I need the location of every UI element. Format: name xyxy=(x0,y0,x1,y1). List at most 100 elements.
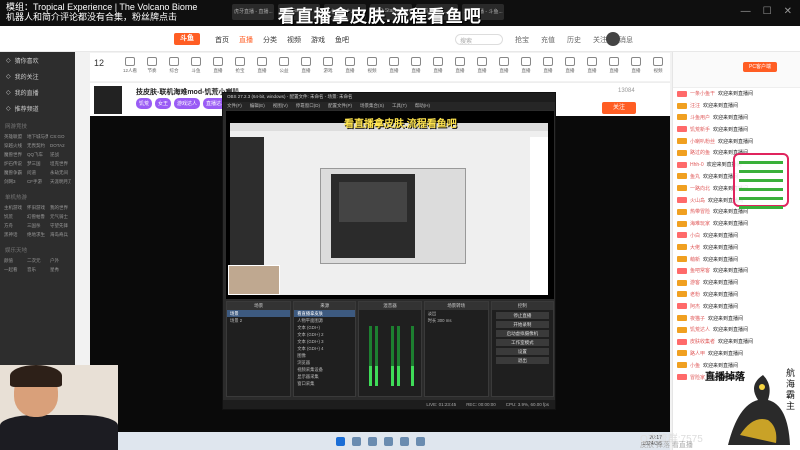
control-button[interactable]: 退出 xyxy=(495,357,549,364)
nav-icon-label[interactable]: 关注 xyxy=(593,35,607,45)
streamer-avatar[interactable] xyxy=(94,86,122,114)
sidebar-category-link[interactable]: 户外 xyxy=(50,258,71,264)
nav-item[interactable]: 游戏 xyxy=(311,35,325,45)
scene-item[interactable]: 场景 xyxy=(227,310,291,317)
control-button[interactable]: 停止直播 xyxy=(495,312,549,319)
chat-username[interactable]: 游客 xyxy=(690,279,700,286)
category-item[interactable]: 综合 xyxy=(162,57,186,74)
sidebar-category-link[interactable]: 永劫无间 xyxy=(50,170,71,176)
obs-menu-item[interactable]: 文件(F) xyxy=(227,103,242,109)
sidebar-category-link[interactable]: 魔兽世界 xyxy=(4,152,25,158)
sidebar-category-link[interactable]: 魔兽争霸 xyxy=(4,170,25,176)
category-item[interactable]: 直播 xyxy=(580,57,604,74)
chat-username[interactable]: 鱼吧常客 xyxy=(690,267,710,274)
obs-menu-item[interactable]: 视图(V) xyxy=(273,103,288,109)
chat-username[interactable]: 路过的鱼 xyxy=(690,149,710,156)
sidebar-category-link[interactable]: 主机游戏 xyxy=(4,205,25,211)
transition-select[interactable]: 淡出 xyxy=(425,310,488,317)
sidebar-category-link[interactable]: CF手游 xyxy=(27,179,48,185)
obs-menu-item[interactable]: 编辑(E) xyxy=(250,103,265,109)
sidebar-category-link[interactable]: 三国杀 xyxy=(27,223,48,229)
chat-username[interactable]: 饥荒新手 xyxy=(690,126,710,133)
sidebar-category-link[interactable]: 怀旧游戏 xyxy=(27,205,48,211)
close-icon[interactable]: ✕ xyxy=(784,6,792,17)
sidebar-category-link[interactable]: 海岛奇兵 xyxy=(50,232,71,238)
source-item[interactable]: 文本 (GDI+) xyxy=(294,324,355,331)
chat-username[interactable]: 火山岛 xyxy=(690,197,705,204)
chat-username[interactable]: 鱼丸 xyxy=(690,173,700,180)
chat-username[interactable]: 皮肤收集者 xyxy=(690,338,715,345)
room-tag[interactable]: 女王 xyxy=(155,98,172,109)
obs-icon[interactable] xyxy=(399,436,409,446)
category-item[interactable]: 视频 xyxy=(360,57,384,74)
sidebar-category-link[interactable]: 音乐 xyxy=(27,267,48,273)
control-button[interactable]: 启动虚拟摄像机 xyxy=(495,330,549,337)
sidebar-category-link[interactable]: 剑网3 xyxy=(4,179,25,185)
sidebar-category-link[interactable]: 守望先锋 xyxy=(50,223,71,229)
obs-menu-item[interactable]: 场景集合(S) xyxy=(360,103,384,109)
sidebar-category-link[interactable]: 无畏契约 xyxy=(27,143,48,149)
category-item[interactable]: 直播 xyxy=(624,57,648,74)
sidebar-category-link[interactable]: 颜值 xyxy=(4,258,25,264)
sidebar-category-link[interactable]: 一起看 xyxy=(4,267,25,273)
chat-username[interactable]: 小鱼 xyxy=(690,362,700,369)
sidebar-category-link[interactable]: 星秀 xyxy=(50,267,71,273)
source-item[interactable]: 视频采集设备 xyxy=(294,366,355,373)
sidebar-category-link[interactable]: 英雄联盟 xyxy=(4,134,25,140)
follow-button[interactable]: 关注 xyxy=(602,102,636,114)
chat-username[interactable]: 阿杰 xyxy=(690,303,700,310)
sidebar-item[interactable]: ◇ 我的关注 xyxy=(0,68,75,84)
sidebar-category-link[interactable]: 幻兽帕鲁 xyxy=(27,214,48,220)
category-item[interactable]: 直播 xyxy=(448,57,472,74)
source-item[interactable]: 文本 (GDI+) 4 xyxy=(294,345,355,352)
category-item[interactable]: 抢宝 xyxy=(228,57,252,74)
source-item[interactable]: 图像 xyxy=(294,352,355,359)
pc-client-button[interactable]: PC客户端 xyxy=(743,62,777,72)
category-item[interactable]: 直播 xyxy=(294,57,318,74)
sidebar-category-link[interactable]: 元气骑士 xyxy=(50,214,71,220)
category-item[interactable]: 12人看 xyxy=(118,57,142,74)
nav-icon-label[interactable]: 历史 xyxy=(567,35,581,45)
sidebar-category-link[interactable]: 梦三国 xyxy=(27,161,48,167)
chat-username[interactable]: 冒险家 xyxy=(690,374,705,381)
chat-username[interactable]: 斗鱼用户 xyxy=(690,114,710,121)
control-button[interactable]: 工作室模式 xyxy=(495,339,549,346)
sidebar-category-link[interactable]: 二次元 xyxy=(27,258,48,264)
sidebar-category-link[interactable]: 逆战 xyxy=(50,152,71,158)
chat-username[interactable]: 大佬 xyxy=(690,244,700,251)
nav-icon-label[interactable]: 消息 xyxy=(619,35,633,45)
category-item[interactable]: 公益 xyxy=(272,57,296,74)
sidebar-category-link[interactable]: QQ飞车 xyxy=(27,152,48,158)
category-item[interactable]: 直播 xyxy=(558,57,582,74)
source-item[interactable]: 文本 (GDI+) 3 xyxy=(294,338,355,345)
sidebar-category-link[interactable]: 饥荒 xyxy=(4,214,25,220)
chat-username[interactable]: 海难玩家 xyxy=(690,220,710,227)
category-item[interactable]: 直播 xyxy=(602,57,626,74)
obs-menu-item[interactable]: 帮助(H) xyxy=(415,103,430,109)
category-item[interactable]: 直播 xyxy=(492,57,516,74)
chat-username[interactable]: 一条小鱼干 xyxy=(690,90,715,97)
category-item[interactable]: 直播 xyxy=(536,57,560,74)
browser-icon[interactable] xyxy=(383,436,393,446)
nav-item[interactable]: 视频 xyxy=(287,35,301,45)
chat-username[interactable]: 小白 xyxy=(690,232,700,239)
sidebar-category-link[interactable]: 坦克世界 xyxy=(50,161,71,167)
chat-username[interactable]: 萌新 xyxy=(690,256,700,263)
sidebar-category-link[interactable]: DOTA2 xyxy=(50,143,71,149)
source-item[interactable]: 浏览器 xyxy=(294,359,355,366)
sidebar-category-link[interactable]: 炉石传说 xyxy=(4,161,25,167)
game-icon[interactable] xyxy=(415,436,425,446)
sidebar-category-link[interactable]: 地下城与勇士 xyxy=(27,134,48,140)
nav-icon-label[interactable]: 充值 xyxy=(541,35,555,45)
nav-icon-label[interactable]: 抢宝 xyxy=(515,35,529,45)
scene-item[interactable]: 场景 2 xyxy=(227,317,290,324)
chat-username[interactable]: Hhh-0 xyxy=(690,162,704,168)
sidebar-item[interactable]: ◇ 我的直播 xyxy=(0,84,75,100)
chat-username[interactable]: 小喇叭粉丝 xyxy=(690,138,715,145)
source-item[interactable]: 人物平面图源 xyxy=(294,317,355,324)
sidebar-category-link[interactable]: 天涯明月刀 xyxy=(50,179,71,185)
category-item[interactable]: 直播 xyxy=(514,57,538,74)
sidebar-item[interactable]: ◇ 猜你喜欢 xyxy=(0,52,75,68)
obs-menu-item[interactable]: 停靠窗口(D) xyxy=(296,103,320,109)
category-item[interactable]: 斗鱼 xyxy=(184,57,208,74)
